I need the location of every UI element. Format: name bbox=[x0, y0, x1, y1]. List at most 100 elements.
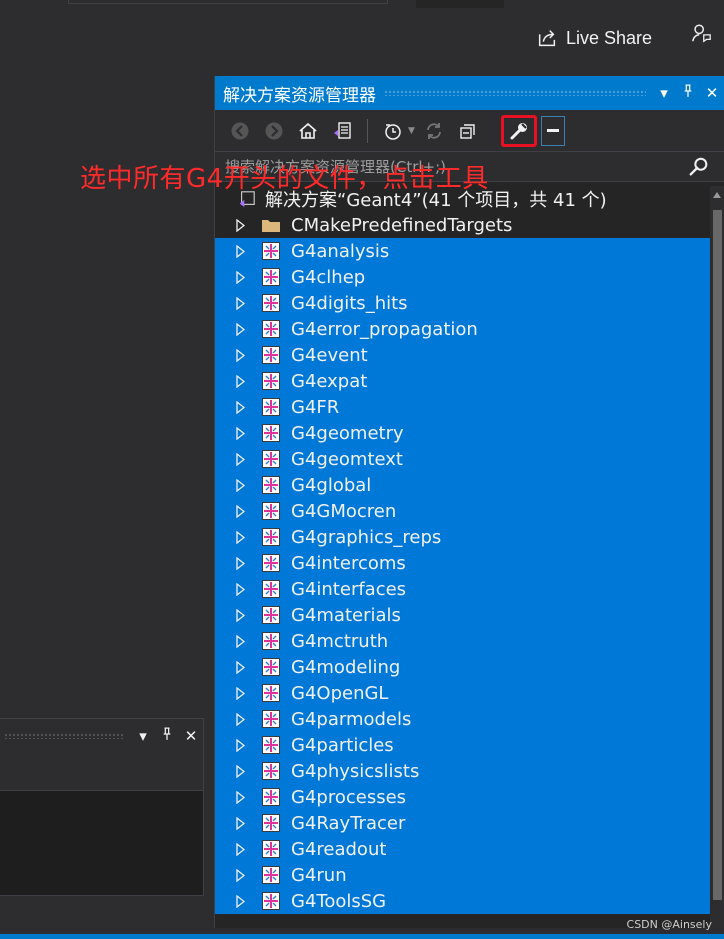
vertical-scrollbar[interactable] bbox=[710, 186, 724, 928]
project-node[interactable]: G4geometry bbox=[215, 420, 711, 446]
expand-arrow-icon[interactable] bbox=[231, 894, 249, 908]
project-node[interactable]: G4clhep bbox=[215, 264, 711, 290]
project-node[interactable]: G4error_propagation bbox=[215, 316, 711, 342]
collapse-all-icon[interactable] bbox=[453, 116, 483, 146]
close-icon[interactable]: ✕ bbox=[700, 84, 724, 102]
forward-icon[interactable] bbox=[259, 116, 289, 146]
scrollbar-thumb[interactable] bbox=[713, 210, 722, 900]
sync-icon[interactable] bbox=[419, 116, 449, 146]
expand-arrow-icon[interactable] bbox=[231, 478, 249, 492]
close-icon[interactable]: ✕ bbox=[179, 727, 203, 745]
scroll-up-arrow-icon[interactable] bbox=[713, 192, 721, 198]
project-node[interactable]: G4mctruth bbox=[215, 628, 711, 654]
expand-arrow-icon[interactable] bbox=[231, 816, 249, 830]
cpp-project-icon bbox=[261, 657, 281, 677]
cpp-project-icon bbox=[261, 631, 281, 651]
project-node[interactable]: G4digits_hits bbox=[215, 290, 711, 316]
feedback-icon[interactable] bbox=[690, 22, 712, 46]
solution-tree: 解决方案“Geant4”(41 个项目，共 41 个) CMakePredefi… bbox=[215, 186, 711, 914]
expand-arrow-icon[interactable] bbox=[231, 452, 249, 466]
project-node[interactable]: G4RayTracer bbox=[215, 810, 711, 836]
search-icon[interactable] bbox=[688, 156, 710, 178]
expand-arrow-icon[interactable] bbox=[231, 322, 249, 336]
expand-arrow-icon[interactable] bbox=[231, 686, 249, 700]
cpp-project-icon bbox=[261, 475, 281, 495]
project-node[interactable]: G4OpenGL bbox=[215, 680, 711, 706]
project-node[interactable]: G4expat bbox=[215, 368, 711, 394]
live-share-button[interactable]: Live Share bbox=[536, 24, 652, 52]
expand-arrow-icon[interactable] bbox=[231, 582, 249, 596]
project-label: G4expat bbox=[291, 370, 368, 392]
project-node[interactable]: G4analysis bbox=[215, 238, 711, 264]
project-node[interactable]: G4run bbox=[215, 862, 711, 888]
dropdown-icon[interactable]: ▾ bbox=[652, 84, 676, 102]
pending-changes-icon[interactable] bbox=[378, 116, 408, 146]
cpp-project-icon bbox=[261, 267, 281, 287]
cpp-project-icon bbox=[261, 527, 281, 547]
project-label: G4FR bbox=[291, 396, 340, 418]
expand-arrow-icon[interactable] bbox=[231, 712, 249, 726]
folder-node[interactable]: CMakePredefinedTargets bbox=[215, 212, 711, 238]
watermark: CSDN @Ainsely bbox=[626, 918, 712, 931]
project-label: G4ToolsSG bbox=[291, 890, 387, 912]
output-panel: ▾ ✕ bbox=[0, 718, 204, 896]
project-node[interactable]: G4intercoms bbox=[215, 550, 711, 576]
cpp-project-icon bbox=[261, 735, 281, 755]
project-node[interactable]: G4geomtext bbox=[215, 446, 711, 472]
back-icon[interactable] bbox=[225, 116, 255, 146]
properties-wrench-icon[interactable] bbox=[500, 114, 537, 147]
expand-arrow-icon[interactable] bbox=[231, 426, 249, 440]
project-node[interactable]: G4ToolsSG bbox=[215, 888, 711, 914]
expand-arrow-icon[interactable] bbox=[231, 400, 249, 414]
project-node[interactable]: G4readout bbox=[215, 836, 711, 862]
project-node[interactable]: G4event bbox=[215, 342, 711, 368]
expand-arrow-icon[interactable] bbox=[231, 842, 249, 856]
home-icon[interactable] bbox=[293, 116, 323, 146]
expand-arrow-icon[interactable] bbox=[231, 764, 249, 778]
project-node[interactable]: G4graphics_reps bbox=[215, 524, 711, 550]
cpp-project-icon bbox=[261, 397, 281, 417]
expand-arrow-icon[interactable] bbox=[231, 348, 249, 362]
pin-icon[interactable] bbox=[676, 84, 700, 102]
dropdown-icon[interactable]: ▾ bbox=[131, 727, 155, 745]
project-node[interactable]: G4parmodels bbox=[215, 706, 711, 732]
expand-arrow-icon[interactable] bbox=[231, 218, 249, 232]
expand-arrow-icon[interactable] bbox=[231, 634, 249, 648]
chevron-down-icon[interactable]: ▼ bbox=[408, 126, 415, 136]
cpp-project-icon bbox=[261, 423, 281, 443]
switch-views-icon[interactable] bbox=[327, 116, 357, 146]
project-label: G4run bbox=[291, 864, 347, 886]
drag-grip[interactable] bbox=[4, 733, 123, 739]
expand-arrow-icon[interactable] bbox=[231, 790, 249, 804]
project-node[interactable]: G4GMocren bbox=[215, 498, 711, 524]
project-node[interactable]: G4particles bbox=[215, 732, 711, 758]
expand-arrow-icon[interactable] bbox=[231, 556, 249, 570]
project-node[interactable]: G4modeling bbox=[215, 654, 711, 680]
drag-grip[interactable] bbox=[384, 90, 646, 96]
project-label: G4OpenGL bbox=[291, 682, 389, 704]
pin-icon[interactable] bbox=[155, 727, 179, 745]
panel-title: 解决方案资源管理器 bbox=[223, 85, 376, 106]
project-node[interactable]: G4interfaces bbox=[215, 576, 711, 602]
project-label: G4GMocren bbox=[291, 500, 397, 522]
expand-arrow-icon[interactable] bbox=[231, 530, 249, 544]
expand-arrow-icon[interactable] bbox=[231, 374, 249, 388]
project-node[interactable]: G4physicslists bbox=[215, 758, 711, 784]
expand-arrow-icon[interactable] bbox=[231, 660, 249, 674]
share-icon bbox=[538, 30, 556, 47]
project-node[interactable]: G4FR bbox=[215, 394, 711, 420]
expand-arrow-icon[interactable] bbox=[231, 868, 249, 882]
project-node[interactable]: G4global bbox=[215, 472, 711, 498]
expand-arrow-icon[interactable] bbox=[231, 608, 249, 622]
project-label: G4clhep bbox=[291, 266, 366, 288]
project-node[interactable]: G4materials bbox=[215, 602, 711, 628]
expand-arrow-icon[interactable] bbox=[231, 738, 249, 752]
expand-arrow-icon[interactable] bbox=[231, 244, 249, 258]
top-panel-frame bbox=[68, 0, 388, 4]
expand-arrow-icon[interactable] bbox=[231, 504, 249, 518]
expand-arrow-icon[interactable] bbox=[231, 270, 249, 284]
project-label: G4global bbox=[291, 474, 372, 496]
project-node[interactable]: G4processes bbox=[215, 784, 711, 810]
minimize-icon[interactable] bbox=[540, 115, 565, 146]
expand-arrow-icon[interactable] bbox=[231, 296, 249, 310]
